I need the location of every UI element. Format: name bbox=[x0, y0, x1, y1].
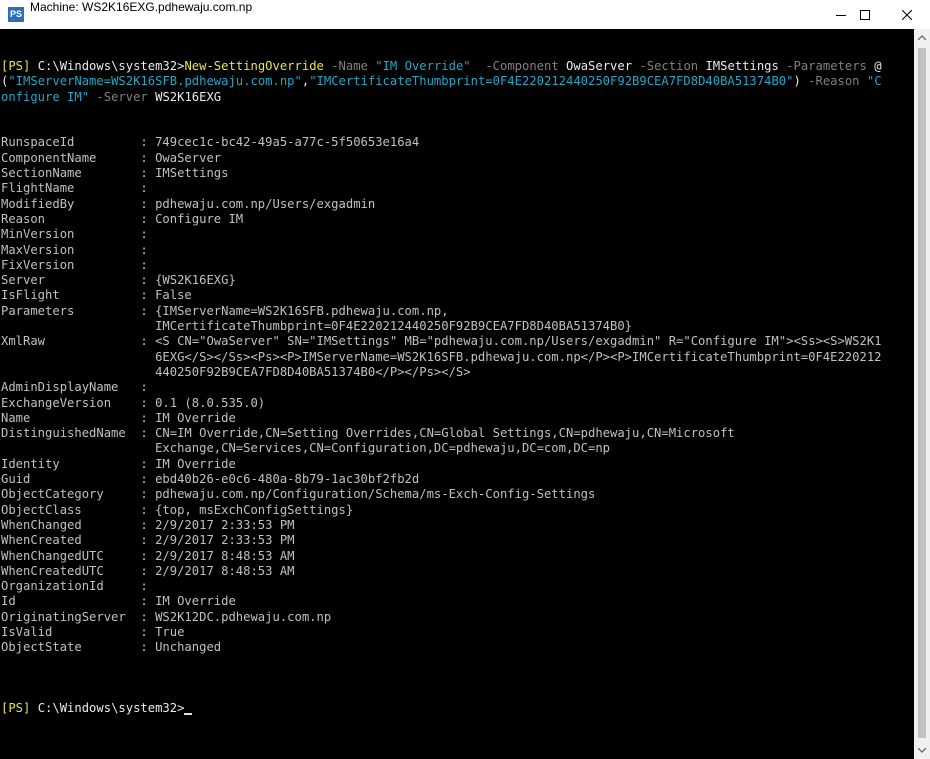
param-name: -Name bbox=[323, 59, 376, 73]
value-name: "IM Override" bbox=[375, 59, 471, 73]
output-line: IsValid : True bbox=[1, 624, 185, 639]
output-line: ExchangeVersion : 0.1 (8.0.535.0) bbox=[1, 395, 266, 410]
console-output-area[interactable]: [PS] C:\Windows\system32>New-SettingOver… bbox=[0, 29, 914, 759]
output-line: WhenCreatedUTC : 2/9/2017 8:48:53 AM bbox=[1, 563, 295, 578]
scroll-down-icon bbox=[918, 748, 926, 753]
output-line: ObjectClass : {top, msExchConfigSettings… bbox=[1, 502, 354, 517]
console-window: PS Machine: WS2K16EXG.pdhewaju.com.np [P… bbox=[0, 0, 930, 759]
array-at: @ bbox=[874, 59, 882, 73]
value-param2: "IMCertificateThumbprint=0F4E22021244025… bbox=[309, 74, 794, 89]
close-icon bbox=[902, 9, 912, 20]
output-line: Guid : ebd40b26-e0c6-480a-8b79-1ac30bf2f… bbox=[1, 472, 420, 487]
command-output: RunspaceId : 749cec1c-bc42-49a5-a77c-5f5… bbox=[1, 105, 882, 702]
output-line: ComponentName : OwaServer bbox=[1, 150, 222, 165]
output-line: OriginatingServer : WS2K12DC.pdhewaju.co… bbox=[1, 609, 332, 624]
output-line: Exchange,CN=Services,CN=Configuration,DC… bbox=[1, 441, 611, 456]
command-line-3: onfigure IM" -Server WS2K16EXG bbox=[1, 90, 882, 105]
command-line-2: ("IMServerName=WS2K16SFB.pdhewaju.com.np… bbox=[1, 74, 882, 89]
title-bar[interactable]: PS Machine: WS2K16EXG.pdhewaju.com.np bbox=[0, 0, 930, 29]
prompt-marker: [PS] bbox=[1, 59, 31, 73]
scroll-up-icon bbox=[918, 35, 926, 40]
scrollbar-thumb[interactable] bbox=[918, 48, 926, 738]
output-line: ModifiedBy : pdhewaju.com.np/Users/exgad… bbox=[1, 196, 376, 211]
output-line: AdminDisplayName : bbox=[1, 380, 148, 395]
output-line: Name : IM Override bbox=[1, 410, 236, 425]
param-parameters: -Parameters bbox=[778, 59, 875, 73]
output-line: WhenChangedUTC : 2/9/2017 8:48:53 AM bbox=[1, 548, 295, 563]
output-line: 6EXG</S></Ss><Ps><P>IMServerName=WS2K16S… bbox=[1, 349, 882, 364]
output-line: SectionName : IMSettings bbox=[1, 166, 229, 181]
output-line: IMCertificateThumbprint=0F4E220212440250… bbox=[1, 319, 633, 334]
output-line: OrganizationId : bbox=[1, 579, 148, 594]
prompt-path: C:\Windows\system32> bbox=[30, 701, 185, 716]
output-line: ObjectCategory : pdhewaju.com.np/Configu… bbox=[1, 487, 596, 502]
output-line: Parameters : {IMServerName=WS2K16SFB.pdh… bbox=[1, 303, 449, 318]
value-component: OwaServer bbox=[566, 59, 633, 73]
param-section: -Section bbox=[632, 59, 706, 73]
output-line: WhenChanged : 2/9/2017 2:33:53 PM bbox=[1, 517, 295, 532]
output-line: DistinguishedName : CN=IM Override,CN=Se… bbox=[1, 426, 735, 441]
output-line: MaxVersion : bbox=[1, 242, 148, 257]
output-line: MinVersion : bbox=[1, 227, 148, 242]
command-line-1: [PS] C:\Windows\system32>New-SettingOver… bbox=[1, 59, 882, 74]
output-line: Identity : IM Override bbox=[1, 456, 236, 471]
maximize-icon bbox=[860, 9, 870, 20]
output-line: Id : IM Override bbox=[1, 594, 236, 609]
prompt-marker: [PS] bbox=[1, 701, 31, 716]
value-reason-part1: "C bbox=[866, 74, 882, 89]
output-line: FlightName : bbox=[1, 181, 148, 196]
param-server: -Server bbox=[89, 89, 156, 104]
scroll-up-button[interactable] bbox=[914, 29, 930, 46]
scroll-down-button[interactable] bbox=[914, 742, 930, 759]
output-line: ObjectState : Unchanged bbox=[1, 640, 222, 655]
paren-close: ) bbox=[793, 74, 801, 89]
value-section: IMSettings bbox=[705, 59, 779, 73]
maximize-button[interactable] bbox=[842, 0, 888, 29]
output-line: 440250F92B9CEA7FD8D40BA51374B0</P></Ps><… bbox=[1, 364, 471, 379]
param-reason: -Reason bbox=[800, 74, 867, 89]
param-component: -Component bbox=[470, 59, 567, 73]
output-line: RunspaceId : 749cec1c-bc42-49a5-a77c-5f5… bbox=[1, 135, 420, 150]
console-text: [PS] C:\Windows\system32>New-SettingOver… bbox=[1, 59, 882, 717]
output-line: Reason : Configure IM bbox=[1, 211, 244, 226]
output-line: Server : {WS2K16EXG} bbox=[1, 273, 236, 288]
cmdlet-name: New-SettingOverride bbox=[184, 59, 324, 73]
output-line: FixVersion : bbox=[1, 257, 148, 272]
output-line: WhenCreated : 2/9/2017 2:33:53 PM bbox=[1, 533, 295, 548]
close-button[interactable] bbox=[884, 0, 930, 29]
vertical-scrollbar[interactable] bbox=[914, 29, 930, 759]
value-reason-part2: onfigure IM" bbox=[1, 89, 90, 104]
value-server: WS2K16EXG bbox=[155, 89, 222, 104]
output-line: IsFlight : False bbox=[1, 288, 192, 303]
powershell-app-icon: PS bbox=[8, 7, 24, 22]
prompt-path: C:\Windows\system32> bbox=[30, 59, 185, 73]
value-param1: "IMServerName=WS2K16SFB.pdhewaju.com.np" bbox=[8, 74, 302, 89]
output-line: XmlRaw : <S CN="OwaServer" SN="IMSetting… bbox=[1, 334, 882, 349]
final-prompt-line[interactable]: [PS] C:\Windows\system32> bbox=[1, 701, 882, 716]
text-cursor bbox=[184, 712, 193, 715]
window-title: Machine: WS2K16EXG.pdhewaju.com.np bbox=[30, 0, 253, 14]
